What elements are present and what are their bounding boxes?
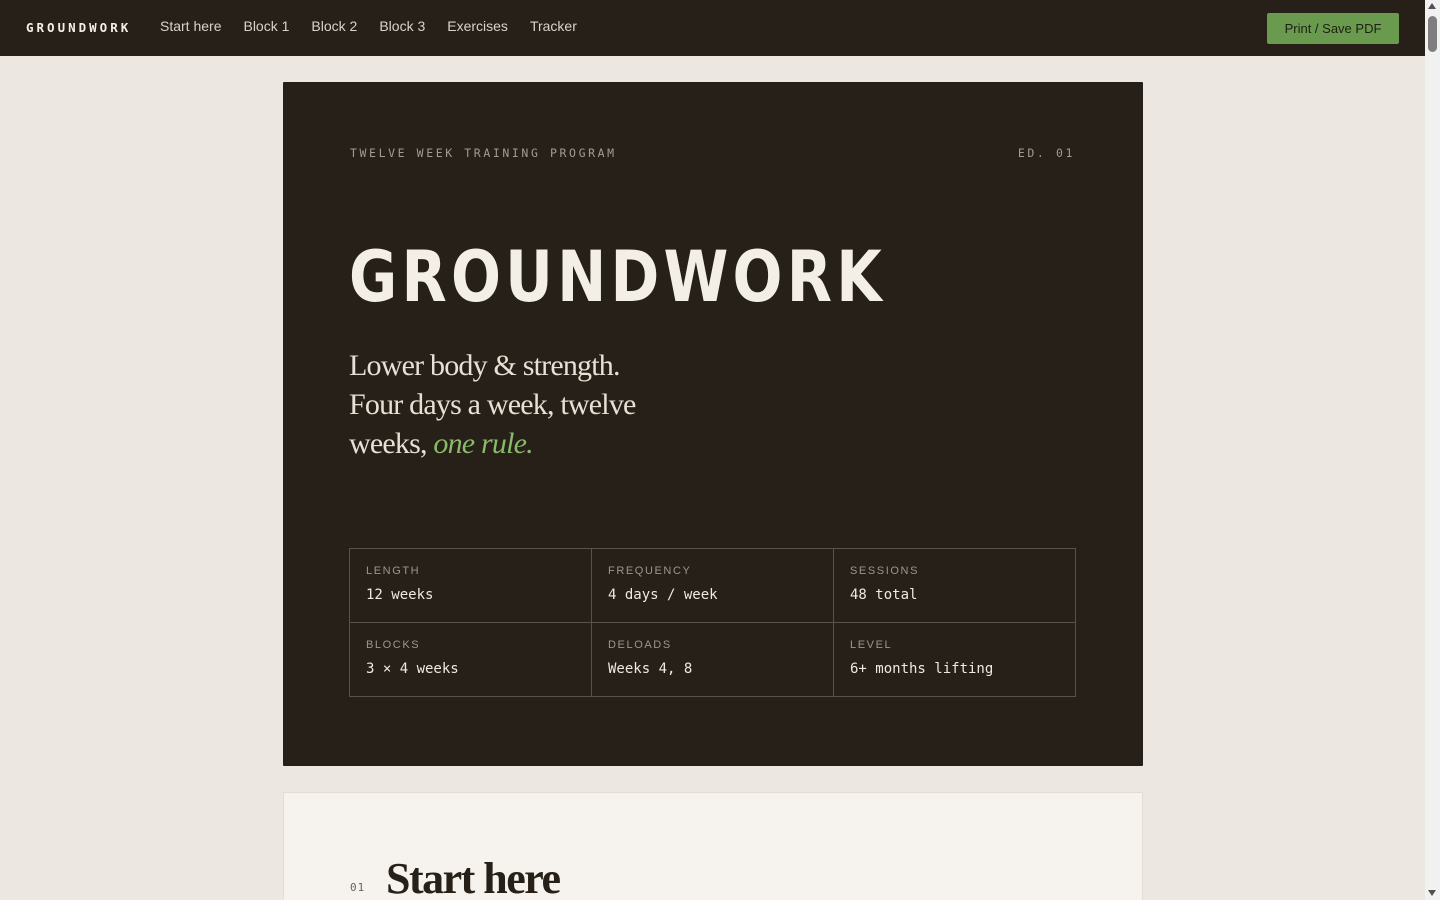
stat-frequency: FREQUENCY 4 days / week — [592, 549, 834, 623]
page-scrollbar[interactable] — [1425, 0, 1440, 900]
stat-blocks: BLOCKS 3 × 4 weeks — [350, 623, 592, 696]
stat-value: 4 days / week — [608, 587, 718, 603]
hero-title: GROUNDWORK — [349, 236, 886, 318]
edition-label: ED. 01 — [1017, 146, 1075, 160]
nav-link-start-here[interactable]: Start here — [160, 18, 221, 34]
stat-value: 12 weeks — [366, 587, 434, 603]
nav-link-exercises[interactable]: Exercises — [447, 18, 508, 34]
stat-level: LEVEL 6+ months lifting — [834, 623, 1075, 696]
nav-links: Start here Block 1 Block 2 Block 3 Exerc… — [160, 18, 599, 34]
scroll-thumb[interactable] — [1428, 16, 1437, 52]
hero-card: TWELVE WEEK TRAINING PROGRAM ED. 01 GROU… — [283, 82, 1143, 766]
nav-link-block-3[interactable]: Block 3 — [379, 18, 425, 34]
stat-length: LENGTH 12 weeks — [350, 549, 592, 623]
stat-label: BLOCKS — [366, 639, 421, 651]
top-nav-bar: GROUNDWORK Start here Block 1 Block 2 Bl… — [0, 0, 1425, 56]
brand-logo[interactable]: GROUNDWORK — [26, 20, 131, 35]
stat-label: SESSIONS — [850, 565, 920, 577]
stat-deloads: DELOADS Weeks 4, 8 — [592, 623, 834, 696]
section-number: 01 — [350, 881, 366, 894]
stat-label: DELOADS — [608, 639, 672, 651]
stat-label: LENGTH — [366, 565, 421, 577]
stat-label: LEVEL — [850, 639, 893, 651]
scroll-up-arrow-icon[interactable] — [1428, 3, 1436, 9]
start-here-section: 01 Start here — [283, 792, 1143, 900]
section-title: Start here — [386, 854, 561, 900]
hero-tagline: Lower body & strength. Four days a week,… — [349, 346, 649, 463]
stat-value: 6+ months lifting — [850, 661, 994, 677]
tagline-accent: one rule. — [433, 427, 533, 460]
stat-value: Weeks 4, 8 — [608, 661, 693, 677]
nav-link-block-2[interactable]: Block 2 — [311, 18, 357, 34]
nav-link-block-1[interactable]: Block 1 — [243, 18, 289, 34]
scroll-down-arrow-icon[interactable] — [1428, 890, 1436, 896]
stat-value: 48 total — [850, 587, 918, 603]
program-stats-grid: LENGTH 12 weeks FREQUENCY 4 days / week … — [349, 548, 1076, 697]
stat-sessions: SESSIONS 48 total — [834, 549, 1075, 623]
program-eyebrow: TWELVE WEEK TRAINING PROGRAM — [350, 146, 617, 160]
print-save-pdf-button[interactable]: Print / Save PDF — [1267, 13, 1399, 44]
nav-link-tracker[interactable]: Tracker — [530, 18, 577, 34]
stat-label: FREQUENCY — [608, 565, 692, 577]
stat-value: 3 × 4 weeks — [366, 661, 459, 677]
